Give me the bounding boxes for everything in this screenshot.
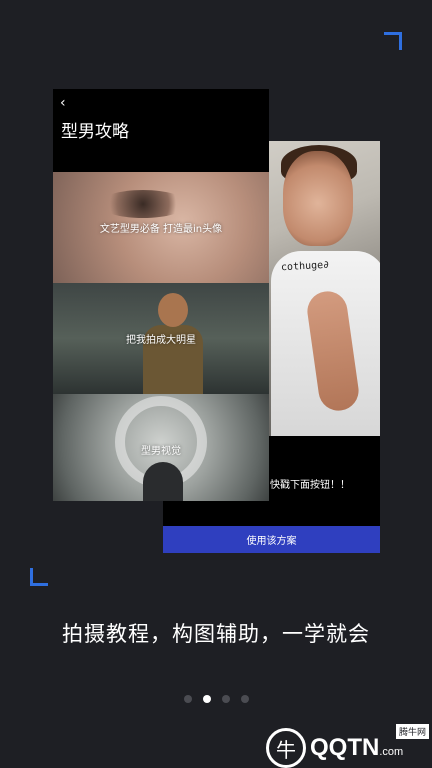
guide-panel-2[interactable]: 把我拍成大明星 (53, 283, 269, 394)
card-title: 型男攻略 (61, 122, 129, 142)
page-dot[interactable] (184, 695, 192, 703)
page-dot-active[interactable] (203, 695, 211, 703)
guide-panel-label: 文艺型男必备 打造最in头像 (99, 224, 223, 235)
back-arrow-icon[interactable]: ‹ (60, 95, 66, 111)
site-watermark: 牛 QQTN.com 腾牛网 (266, 722, 432, 768)
corner-bracket-bottom-left (30, 568, 48, 586)
card-caption: 快戳下面按钮！！ (270, 480, 350, 491)
bull-logo-icon: 牛 (266, 728, 306, 768)
feature-tagline: 拍摄教程，构图辅助，一学就会 (62, 622, 370, 646)
eye-closeup-image (98, 190, 188, 218)
watermark-text: QQTN.com (310, 734, 404, 761)
guide-panel-label: 型男视觉 (141, 446, 181, 457)
use-plan-button[interactable]: 使用该方案 (163, 526, 380, 553)
page-dot[interactable] (241, 695, 249, 703)
guide-panel-3[interactable]: 型男视觉 (53, 394, 269, 501)
preview-card-front: ‹ 型男攻略 文艺型男必备 打造最in头像 把我拍成大明星 型男视觉 (53, 89, 269, 501)
onboarding-screen: cothuge∂ 快戳下面按钮！！ 使用该方案 ‹ 型男攻略 文艺型男必备 打造… (0, 0, 432, 768)
guide-panel-label: 把我拍成大明星 (126, 335, 196, 346)
guide-panel-1[interactable]: 文艺型男必备 打造最in头像 (53, 172, 269, 283)
watermark-badge: 腾牛网 (396, 724, 430, 739)
model-head (283, 151, 353, 246)
page-indicator (184, 695, 249, 703)
hooded-figure-image (143, 462, 183, 501)
corner-bracket-top-right (384, 32, 402, 50)
page-dot[interactable] (222, 695, 230, 703)
